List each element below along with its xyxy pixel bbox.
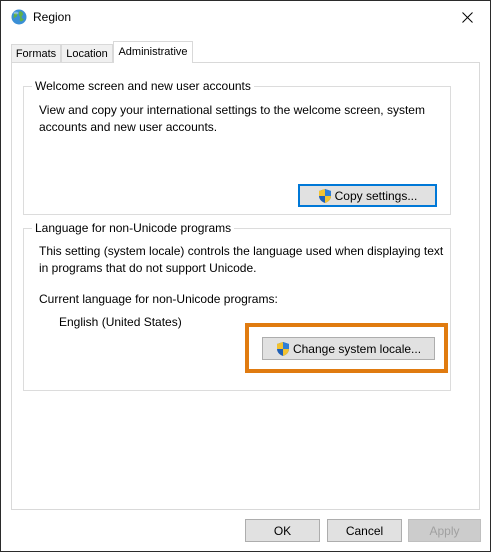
copy-settings-label: Copy settings... [334, 188, 418, 203]
welcome-screen-group: Welcome screen and new user accounts Vie… [23, 79, 451, 215]
administrative-panel: Welcome screen and new user accounts Vie… [11, 62, 480, 510]
tab-formats[interactable]: Formats [11, 44, 61, 62]
region-dialog: Region Formats Location Administrative W… [0, 0, 491, 552]
non-unicode-group-title: Language for non-Unicode programs [32, 221, 235, 235]
copy-settings-button[interactable]: Copy settings... [298, 184, 437, 207]
ok-button[interactable]: OK [245, 519, 320, 542]
close-icon [461, 11, 473, 23]
cancel-button[interactable]: Cancel [327, 519, 402, 542]
tab-administrative[interactable]: Administrative [113, 41, 193, 63]
uac-shield-icon [318, 188, 332, 204]
tab-location[interactable]: Location [61, 44, 113, 62]
welcome-group-title: Welcome screen and new user accounts [32, 79, 254, 93]
welcome-description: View and copy your international setting… [39, 103, 425, 134]
window-title: Region [33, 10, 72, 24]
apply-button: Apply [408, 519, 481, 542]
title-bar: Region [1, 1, 490, 33]
non-unicode-description: This setting (system locale) controls th… [39, 244, 444, 275]
current-language-label: Current language for non-Unicode program… [39, 292, 278, 306]
highlight-annotation [245, 323, 448, 373]
globe-icon [10, 8, 28, 26]
close-button[interactable] [444, 1, 490, 33]
